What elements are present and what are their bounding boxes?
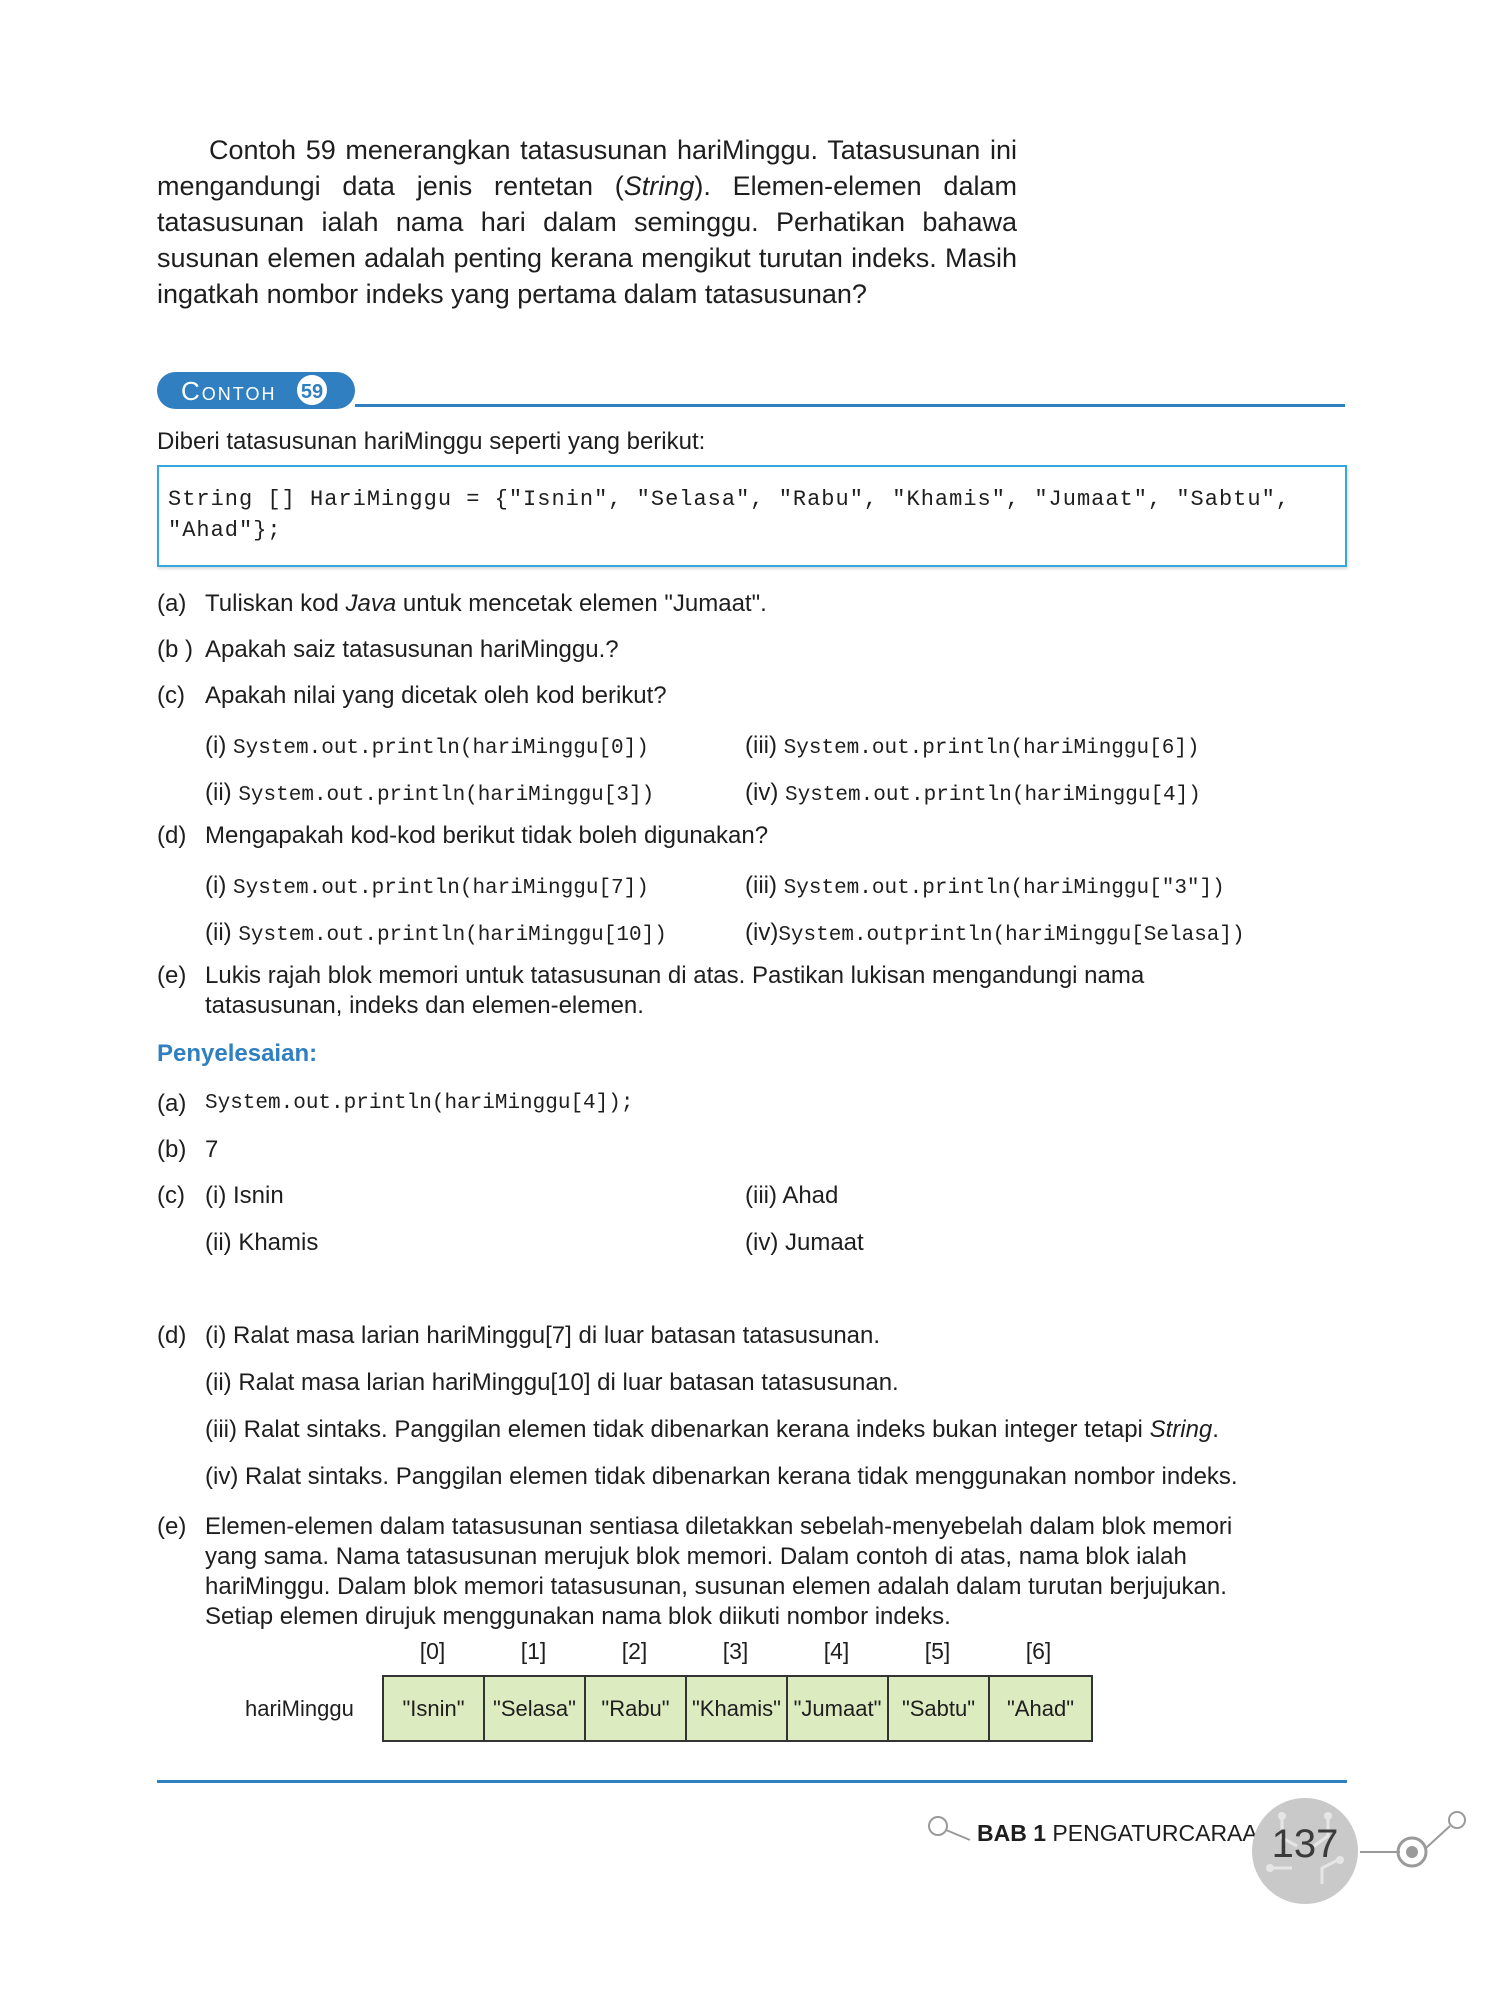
solution-b: (b) 7 bbox=[157, 1136, 219, 1163]
question-c: (c) Apakah nilai yang dicetak oleh kod b… bbox=[157, 682, 667, 709]
question-d-i: (i) System.out.println(hariMinggu[7]) bbox=[205, 872, 649, 900]
index-label: [1] bbox=[520, 1638, 547, 1664]
memory-cell: "Khamis" bbox=[687, 1677, 788, 1740]
question-c-i: (i) System.out.println(hariMinggu[0]) bbox=[205, 732, 649, 760]
question-a: (a) Tuliskan kod Java untuk mencetak ele… bbox=[157, 590, 767, 617]
solution-a: (a) System.out.println(hariMinggu[4]); bbox=[157, 1090, 634, 1117]
solution-c-iv: (iv) Jumaat bbox=[745, 1229, 864, 1256]
code-line-1: String [] HariMinggu = {"Isnin", "Selasa… bbox=[168, 487, 1290, 512]
question-d: (d) Mengapakah kod-kod berikut tidak bol… bbox=[157, 822, 769, 849]
index-label: [5] bbox=[924, 1638, 951, 1664]
example-label: Contoh bbox=[181, 376, 277, 406]
footer-chapter: BAB 1 PENGATURCARAAN bbox=[977, 1820, 1275, 1846]
intro-paragraph: Contoh 59 menerangkan tatasusunan hariMi… bbox=[157, 135, 1017, 309]
memory-cell: "Selasa" bbox=[485, 1677, 586, 1740]
solution-d-i: (i) Ralat masa larian hariMinggu[7] di l… bbox=[205, 1322, 881, 1349]
solution-e: (e) Elemen-elemen dalam tatasusunan sent… bbox=[157, 1513, 1233, 1630]
example-number-badge: 59 bbox=[295, 373, 329, 407]
question-c-ii: (ii) System.out.println(hariMinggu[3]) bbox=[205, 779, 655, 807]
code-box: String [] HariMinggu = {"Isnin", "Selasa… bbox=[157, 465, 1347, 567]
solution-d-iii: (iii) Ralat sintaks. Panggilan elemen ti… bbox=[205, 1416, 1219, 1443]
solution-d-ii: (ii) Ralat masa larian hariMinggu[10] di… bbox=[205, 1369, 899, 1396]
solution-d-iv: (iv) Ralat sintaks. Panggilan elemen tid… bbox=[205, 1463, 1238, 1490]
example-header-pill: Contoh 59 bbox=[157, 372, 355, 409]
footer-rule bbox=[157, 1780, 1347, 1783]
solution-c-iii: (iii) Ahad bbox=[745, 1182, 839, 1209]
memory-cell: "Jumaat" bbox=[788, 1677, 889, 1740]
solution-c-i: (i) Isnin bbox=[205, 1182, 284, 1209]
memory-block-array-name: hariMinggu bbox=[245, 1696, 354, 1721]
question-e: (e) Lukis rajah blok memori untuk tatasu… bbox=[157, 962, 1145, 1019]
solution-c-ii: (ii) Khamis bbox=[205, 1229, 319, 1256]
question-d-ii: (ii) System.out.println(hariMinggu[10]) bbox=[205, 919, 667, 947]
index-label: [0] bbox=[419, 1638, 446, 1664]
memory-cell: "Isnin" bbox=[384, 1677, 485, 1740]
memory-cell: "Ahad" bbox=[990, 1677, 1091, 1740]
memory-block: "Isnin" "Selasa" "Rabu" "Khamis" "Jumaat… bbox=[382, 1675, 1093, 1742]
question-c-iv: (iv) System.out.println(hariMinggu[4]) bbox=[745, 779, 1201, 807]
index-label: [3] bbox=[722, 1638, 749, 1664]
question-d-iv: (iv)System.outprintln(hariMinggu[Selasa]… bbox=[745, 919, 1245, 947]
memory-cell: "Sabtu" bbox=[889, 1677, 990, 1740]
page-number: 137 bbox=[1271, 1822, 1339, 1866]
index-label: [4] bbox=[823, 1638, 850, 1664]
circuit-decoration-icon bbox=[928, 1811, 1466, 1868]
memory-cell: "Rabu" bbox=[586, 1677, 687, 1740]
index-label: [2] bbox=[621, 1638, 648, 1664]
question-d-iii: (iii) System.out.println(hariMinggu["3"]… bbox=[745, 872, 1225, 900]
code-line-2: "Ahad"}; bbox=[168, 518, 282, 543]
example-lead: Diberi tatasusunan hariMinggu seperti ya… bbox=[157, 428, 706, 455]
question-b: (b ) Apakah saiz tatasusunan hariMinggu.… bbox=[157, 636, 619, 663]
index-label: [6] bbox=[1025, 1638, 1052, 1664]
example-header-rule bbox=[355, 404, 1345, 407]
solution-heading: Penyelesaian: bbox=[157, 1040, 318, 1067]
question-c-iii: (iii) System.out.println(hariMinggu[6]) bbox=[745, 732, 1200, 760]
